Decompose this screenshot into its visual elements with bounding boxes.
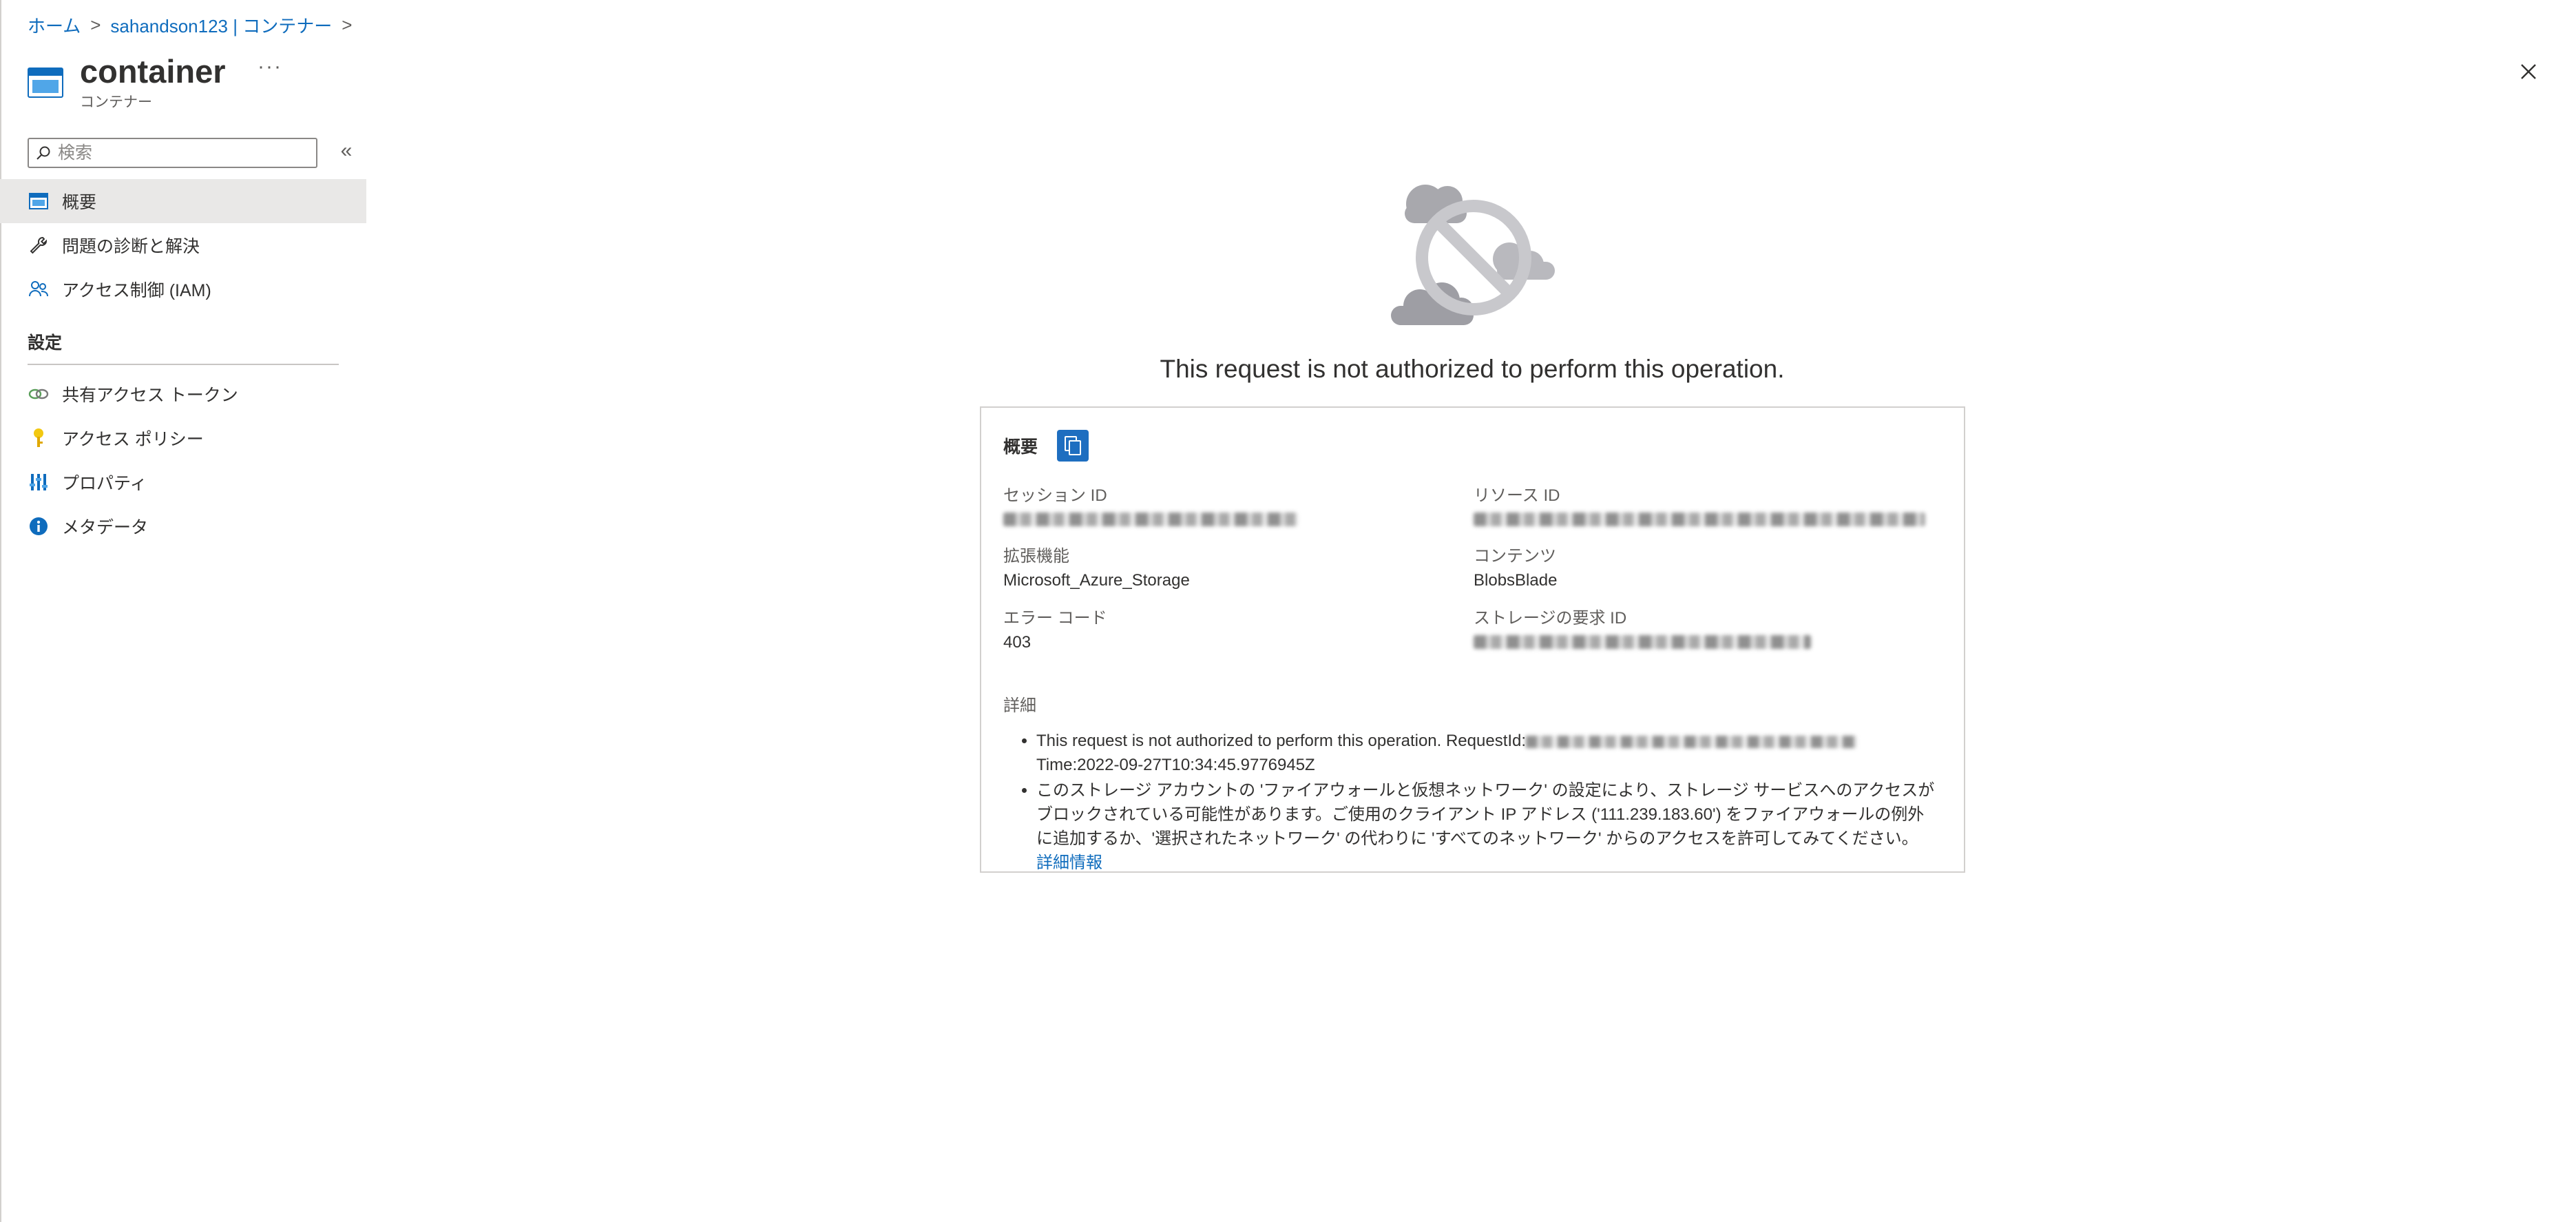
list-item: このストレージ アカウントの 'ファイアウォールと仮想ネットワーク' の設定によ…: [1036, 778, 1938, 875]
detail-1-time: Time:2022-09-27T10:34:45.9776945Z: [1036, 756, 1315, 774]
error-code-label: エラー コード: [1003, 609, 1107, 628]
session-id-field: セッション ID: [1003, 485, 1458, 530]
overview-icon: [28, 190, 50, 212]
sidebar-item-label: プロパティ: [62, 474, 147, 493]
sidebar-item-label: 問題の診断と解決: [62, 237, 200, 256]
people-icon: [28, 278, 50, 300]
extension-value: Microsoft_Azure_Storage: [1003, 571, 1190, 590]
error-message: This request is not authorized to perfor…: [1160, 355, 1785, 383]
sidebar-nav: 概要 問題の診断と解決 アクセス制御 (IAM) 設定 共有アクセス トークン …: [0, 179, 366, 548]
resource-id-label: リソース ID: [1474, 486, 1560, 505]
details-label: 詳細: [1003, 696, 1036, 715]
learn-more-link[interactable]: 詳細情報: [1036, 853, 1102, 872]
sidebar-item-iam[interactable]: アクセス制御 (IAM): [0, 267, 366, 311]
session-id-value-redacted: [1003, 512, 1298, 526]
list-item: This request is not authorized to perfor…: [1036, 729, 1938, 777]
close-icon[interactable]: [2515, 58, 2542, 85]
copy-button[interactable]: [1057, 430, 1089, 462]
storage-request-id-label: ストレージの要求 ID: [1474, 609, 1627, 628]
search-input[interactable]: [58, 143, 306, 163]
request-id-redacted: [1526, 735, 1857, 748]
settings-section-heading: 設定: [28, 329, 339, 365]
content-label: コンテンツ: [1474, 547, 1556, 566]
content-field: コンテンツ BlobsBlade: [1474, 546, 1928, 592]
error-code-value: 403: [1003, 633, 1032, 652]
detail-1-text: This request is not authorized to perfor…: [1036, 732, 1527, 750]
breadcrumb-home-link[interactable]: ホーム: [28, 12, 81, 38]
sidebar-item-sas[interactable]: 共有アクセス トークン: [0, 372, 366, 416]
card-title: 概要: [1003, 437, 1038, 457]
sidebar-item-diagnose[interactable]: 問題の診断と解決: [0, 223, 366, 267]
extension-field: 拡張機能 Microsoft_Azure_Storage: [1003, 546, 1458, 592]
sidebar-item-label: アクセス ポリシー: [62, 430, 204, 449]
error-details-card: 概要 セッション ID リソース ID 拡張機能 Microsoft_Azure…: [980, 406, 1965, 873]
search-icon: [36, 146, 50, 160]
extension-label: 拡張機能: [1003, 547, 1069, 566]
page-header: container コンテナー: [28, 51, 226, 120]
content-value: BlobsBlade: [1474, 571, 1558, 590]
error-code-field: エラー コード 403: [1003, 608, 1458, 654]
sidebar-item-label: 共有アクセス トークン: [62, 386, 238, 405]
breadcrumb-separator-icon: >: [90, 14, 101, 35]
page-subtitle: コンテナー: [80, 94, 152, 110]
session-id-label: セッション ID: [1003, 486, 1107, 505]
sidebar-item-metadata[interactable]: メタデータ: [0, 504, 366, 548]
collapse-sidebar-button[interactable]: «: [335, 141, 358, 164]
details-list: This request is not authorized to perfor…: [1036, 729, 1938, 876]
page-title: container: [80, 53, 226, 90]
sidebar-search[interactable]: [28, 138, 317, 168]
breadcrumb: ホーム > sahandson123 | コンテナー >: [28, 12, 352, 37]
properties-icon: [28, 471, 50, 493]
sidebar-item-overview[interactable]: 概要: [0, 179, 366, 223]
detail-2-text: このストレージ アカウントの 'ファイアウォールと仮想ネットワーク' の設定によ…: [1036, 781, 1935, 848]
access-denied-illustration: [1391, 185, 1555, 325]
resource-id-value-redacted: [1474, 512, 1925, 526]
copy-icon: [1065, 436, 1082, 455]
key-icon: [28, 427, 50, 449]
link-icon: [28, 383, 50, 405]
resource-id-field: リソース ID: [1474, 485, 1928, 530]
sidebar-item-access-policy[interactable]: アクセス ポリシー: [0, 416, 366, 460]
sidebar-item-label: メタデータ: [62, 518, 149, 537]
sidebar-item-label: アクセス制御 (IAM): [62, 281, 211, 300]
sidebar-item-properties[interactable]: プロパティ: [0, 460, 366, 504]
container-icon: [28, 68, 63, 98]
breadcrumb-parent-link[interactable]: sahandson123 | コンテナー: [110, 12, 332, 38]
storage-request-id-value-redacted: [1474, 635, 1811, 649]
sidebar-item-label: 概要: [62, 193, 97, 212]
storage-request-id-field: ストレージの要求 ID: [1474, 608, 1928, 652]
wrench-icon: [28, 234, 50, 256]
info-icon: [28, 515, 50, 537]
more-options-button[interactable]: ···: [256, 56, 284, 84]
breadcrumb-separator-icon: >: [342, 14, 353, 35]
